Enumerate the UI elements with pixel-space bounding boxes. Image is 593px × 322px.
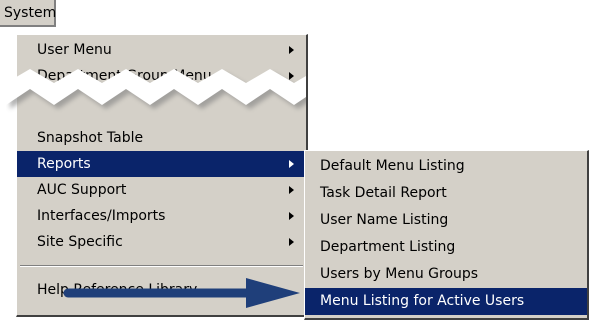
menu-item-label: Site Specific [37, 234, 123, 250]
menu-item-snapshot-table[interactable]: Snapshot Table [17, 125, 306, 151]
submenu-item-task-detail-report[interactable]: Task Detail Report [305, 180, 587, 207]
menu-item-label: AUC Support [37, 182, 127, 198]
submenu-item-menu-listing-active-users[interactable]: Menu Listing for Active Users [305, 288, 587, 315]
torn-edge-overlay [6, 69, 306, 109]
submenu-arrow-icon [289, 212, 294, 220]
submenu-arrow-icon [289, 160, 294, 168]
submenu-item-users-by-menu-groups[interactable]: Users by Menu Groups [305, 261, 587, 288]
menubar-system-label: System [4, 5, 57, 21]
submenu-item-user-name-listing[interactable]: User Name Listing [305, 207, 587, 234]
menubar-system[interactable]: System [0, 0, 56, 27]
submenu-arrow-icon [289, 238, 294, 246]
menu-item-user-menu[interactable]: User Menu [17, 37, 306, 63]
menu-item-auc-support[interactable]: AUC Support [17, 177, 306, 203]
submenu-arrow-icon [289, 186, 294, 194]
pointer-arrow-icon [63, 278, 300, 308]
menu-item-site-specific[interactable]: Site Specific [17, 229, 306, 255]
menu-item-interfaces-imports[interactable]: Interfaces/Imports [17, 203, 306, 229]
submenu-item-label: User Name Listing [320, 212, 449, 228]
menu-item-reports[interactable]: Reports [17, 151, 306, 177]
submenu-item-label: Task Detail Report [320, 185, 447, 201]
submenu-item-default-menu-listing[interactable]: Default Menu Listing [305, 153, 587, 180]
submenu-item-label: Menu Listing for Active Users [320, 293, 525, 309]
menu-item-label: Reports [37, 156, 91, 172]
submenu-item-department-listing[interactable]: Department Listing [305, 234, 587, 261]
menu-separator [20, 265, 303, 267]
menu-item-label: User Menu [37, 42, 112, 58]
submenu-item-label: Default Menu Listing [320, 158, 465, 174]
submenu-item-label: Department Listing [320, 239, 456, 255]
submenu-item-label: Users by Menu Groups [320, 266, 479, 282]
menu-item-label: Interfaces/Imports [37, 208, 166, 224]
reports-submenu: Default Menu Listing Task Detail Report … [304, 150, 589, 320]
menu-item-label: Snapshot Table [37, 130, 144, 146]
submenu-arrow-icon [289, 46, 294, 54]
